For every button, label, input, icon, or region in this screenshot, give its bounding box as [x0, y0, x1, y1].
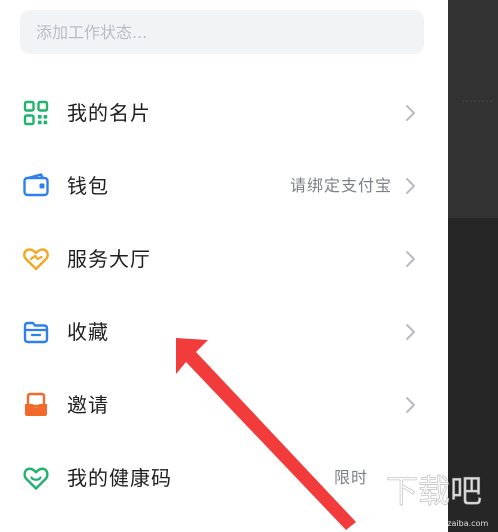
- menu-item-service-hall[interactable]: 服务大厅: [0, 229, 448, 289]
- alipay-binding-hint: 请绑定支付宝: [289, 176, 392, 195]
- background-bottom-panel: [448, 218, 498, 532]
- wallet-icon: [23, 173, 49, 197]
- chevron-right-icon: [406, 397, 415, 413]
- heart-hall-icon: [23, 248, 49, 271]
- work-status-input[interactable]: [20, 10, 424, 54]
- menu-item-label: 收藏: [67, 320, 109, 344]
- background-top-panel: [448, 0, 498, 218]
- menu-item-business-card[interactable]: 我的名片: [0, 83, 448, 143]
- menu-item-invite[interactable]: 邀请: [0, 375, 448, 435]
- menu-item-favorites[interactable]: 收藏: [0, 302, 448, 362]
- menu-item-label: 服务大厅: [67, 247, 151, 271]
- qr-card-icon: [23, 100, 49, 126]
- chevron-right-icon: [406, 105, 415, 121]
- menu-item-wallet[interactable]: 钱包 请绑定支付宝: [0, 156, 448, 216]
- background-divider: [462, 100, 492, 106]
- app-screen: 我的名片 钱包 请绑定支付宝 服务大厅: [0, 0, 498, 532]
- menu-item-health-code[interactable]: 我的健康码 限时: [0, 448, 448, 508]
- menu-item-label: 邀请: [67, 393, 109, 417]
- background-app-overlay[interactable]: [448, 0, 498, 532]
- chevron-right-icon: [406, 324, 415, 340]
- invite-box-icon: [25, 392, 47, 416]
- menu-item-label: 钱包: [67, 174, 109, 198]
- menu-item-label: 我的名片: [67, 101, 151, 125]
- folder-icon: [23, 321, 49, 344]
- chevron-right-icon: [406, 178, 415, 194]
- limited-time-badge: 限时: [333, 468, 368, 487]
- health-heart-icon: [23, 467, 49, 490]
- chevron-right-icon: [406, 251, 415, 267]
- side-drawer: 我的名片 钱包 请绑定支付宝 服务大厅: [0, 0, 448, 532]
- menu-item-label: 我的健康码: [67, 466, 172, 490]
